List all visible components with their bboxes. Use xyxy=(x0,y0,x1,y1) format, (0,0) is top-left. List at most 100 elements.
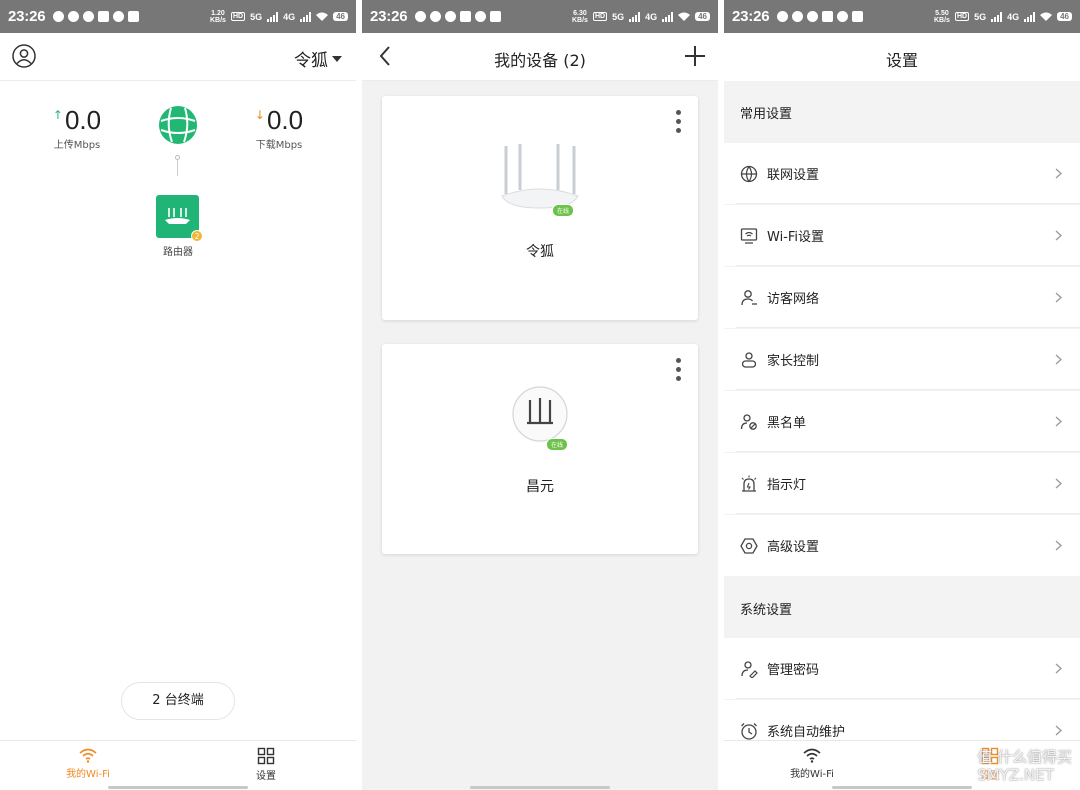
notification-icons xyxy=(777,11,864,22)
light-icon xyxy=(741,475,757,492)
tab-my-wifi[interactable]: 我的Wi-Fi xyxy=(48,747,128,780)
wifi-status-icon xyxy=(316,12,329,21)
connection-dot xyxy=(175,155,180,160)
tab-bar: 我的Wi-Fi 设置 xyxy=(0,740,356,790)
settings-item-admin-password[interactable]: 管理密码 xyxy=(724,638,1080,699)
signal-icon xyxy=(1024,11,1036,22)
parental-icon xyxy=(741,352,757,368)
chevron-right-icon xyxy=(1055,354,1062,365)
settings-item-indicator-light[interactable]: 指示灯 xyxy=(724,453,1080,514)
page-title: 设置 xyxy=(885,51,918,70)
notification-icons xyxy=(53,11,140,22)
chevron-right-icon xyxy=(1055,292,1062,303)
upload-arrow-icon: ↑ xyxy=(52,108,63,122)
user-icon[interactable] xyxy=(12,44,36,68)
section-title: 常用设置 xyxy=(740,107,793,122)
settings-item-label: 访客网络 xyxy=(767,292,820,307)
internet-globe-icon[interactable] xyxy=(158,105,198,145)
home-indicator xyxy=(832,786,972,789)
notification-icon xyxy=(792,11,804,22)
password-icon xyxy=(741,661,758,678)
online-status-badge: 在线 xyxy=(546,438,569,451)
device-card[interactable]: 在线 昌元 xyxy=(382,344,698,554)
notification-icon xyxy=(475,11,487,22)
notification-icon xyxy=(98,11,110,22)
terminal-count-badge: 2 xyxy=(191,230,203,242)
guest-icon xyxy=(741,290,757,306)
network-selector[interactable]: 令狐 xyxy=(294,46,342,71)
divider xyxy=(736,327,1080,328)
chevron-right-icon xyxy=(1055,540,1062,551)
hexagon-gear-icon xyxy=(740,538,758,554)
wifi-status-icon xyxy=(678,12,691,21)
wifi-monitor-icon xyxy=(740,228,758,244)
tab-label: 我的Wi-Fi xyxy=(66,769,110,780)
clients-button[interactable]: 2 台终端 xyxy=(121,682,235,720)
settings-item-guest[interactable]: 访客网络 xyxy=(724,267,1080,328)
online-status-badge: 在线 xyxy=(552,204,575,217)
settings-item-parental[interactable]: 家长控制 xyxy=(724,329,1080,390)
more-options-icon[interactable] xyxy=(676,358,682,385)
notification-icon xyxy=(837,11,849,22)
settings-item-wifi[interactable]: Wi-Fi设置 xyxy=(724,205,1080,266)
notification-icon xyxy=(83,11,95,22)
home-indicator xyxy=(108,786,248,789)
wifi-icon xyxy=(79,748,97,763)
settings-item-label: 管理密码 xyxy=(767,663,820,678)
settings-item-label: 家长控制 xyxy=(767,354,820,369)
network-name: 令狐 xyxy=(294,51,328,71)
settings-item-label: 系统自动维护 xyxy=(767,725,846,740)
settings-item-label: 指示灯 xyxy=(767,478,807,493)
notification-icon xyxy=(430,11,442,22)
devices-screen: 23:26 6.30 KB/s HD 5G 4G 46 我的设备 (2) 在线 … xyxy=(362,0,718,790)
router-image-icon xyxy=(512,386,568,442)
settings-item-advanced[interactable]: 高级设置 xyxy=(724,515,1080,576)
notification-icon xyxy=(415,11,427,22)
wifi-status-icon xyxy=(1040,12,1053,21)
signal-5g-icon: 5G xyxy=(612,11,625,22)
tab-my-wifi[interactable]: 我的Wi-Fi xyxy=(772,747,852,780)
notification-icon xyxy=(128,11,140,22)
download-arrow-icon: ↓ xyxy=(254,108,265,122)
signal-icon xyxy=(991,11,1003,22)
device-card[interactable]: 在线 令狐 xyxy=(382,96,698,320)
battery-icon: 46 xyxy=(333,12,348,21)
screenshot-collage: 23:26 1.20 KB/s HD 5G 4G 46 令狐 ↑0.0 上传Mb… xyxy=(0,0,1080,790)
signal-4g-icon: 4G xyxy=(1007,11,1020,22)
hd-icon: HD xyxy=(954,12,970,21)
settings-item-label: Wi-Fi设置 xyxy=(767,230,825,245)
home-indicator xyxy=(470,786,610,789)
notification-icon xyxy=(822,11,834,22)
network-speed: 1.20 KB/s xyxy=(209,9,226,24)
grid-icon xyxy=(257,747,275,765)
home-screen: 23:26 1.20 KB/s HD 5G 4G 46 令狐 ↑0.0 上传Mb… xyxy=(0,0,356,790)
download-value: 0.0 xyxy=(266,105,304,135)
device-name: 令狐 xyxy=(526,244,554,260)
tab-settings[interactable]: 设置 xyxy=(226,747,306,782)
hd-icon: HD xyxy=(592,12,608,21)
battery-icon: 46 xyxy=(695,12,710,21)
settings-item-blacklist[interactable]: 黑名单 xyxy=(724,391,1080,452)
more-options-icon[interactable] xyxy=(676,110,682,137)
status-time: 23:26 xyxy=(370,8,408,25)
upload-label: 上传Mbps xyxy=(53,140,101,151)
device-name: 昌元 xyxy=(526,479,554,495)
hd-icon: HD xyxy=(230,12,246,21)
home-header: 令狐 xyxy=(0,33,356,81)
settings-item-label: 联网设置 xyxy=(767,168,820,183)
devices-header: 我的设备 (2) xyxy=(362,33,718,81)
chevron-right-icon xyxy=(1055,663,1062,674)
signal-5g-icon: 5G xyxy=(250,11,263,22)
settings-item-network[interactable]: 联网设置 xyxy=(724,143,1080,204)
status-bar: 23:26 6.30 KB/s HD 5G 4G 46 xyxy=(362,0,718,33)
network-speed: 6.30 KB/s xyxy=(571,9,588,24)
settings-item-label: 黑名单 xyxy=(767,416,807,431)
globe-icon xyxy=(740,165,758,183)
router-image-icon xyxy=(501,144,579,209)
add-device-icon[interactable] xyxy=(684,45,706,67)
settings-item-label: 高级设置 xyxy=(767,540,820,555)
chevron-right-icon xyxy=(1055,416,1062,427)
notification-icon xyxy=(490,11,502,22)
battery-icon: 46 xyxy=(1057,12,1072,21)
clock-icon xyxy=(741,723,757,740)
